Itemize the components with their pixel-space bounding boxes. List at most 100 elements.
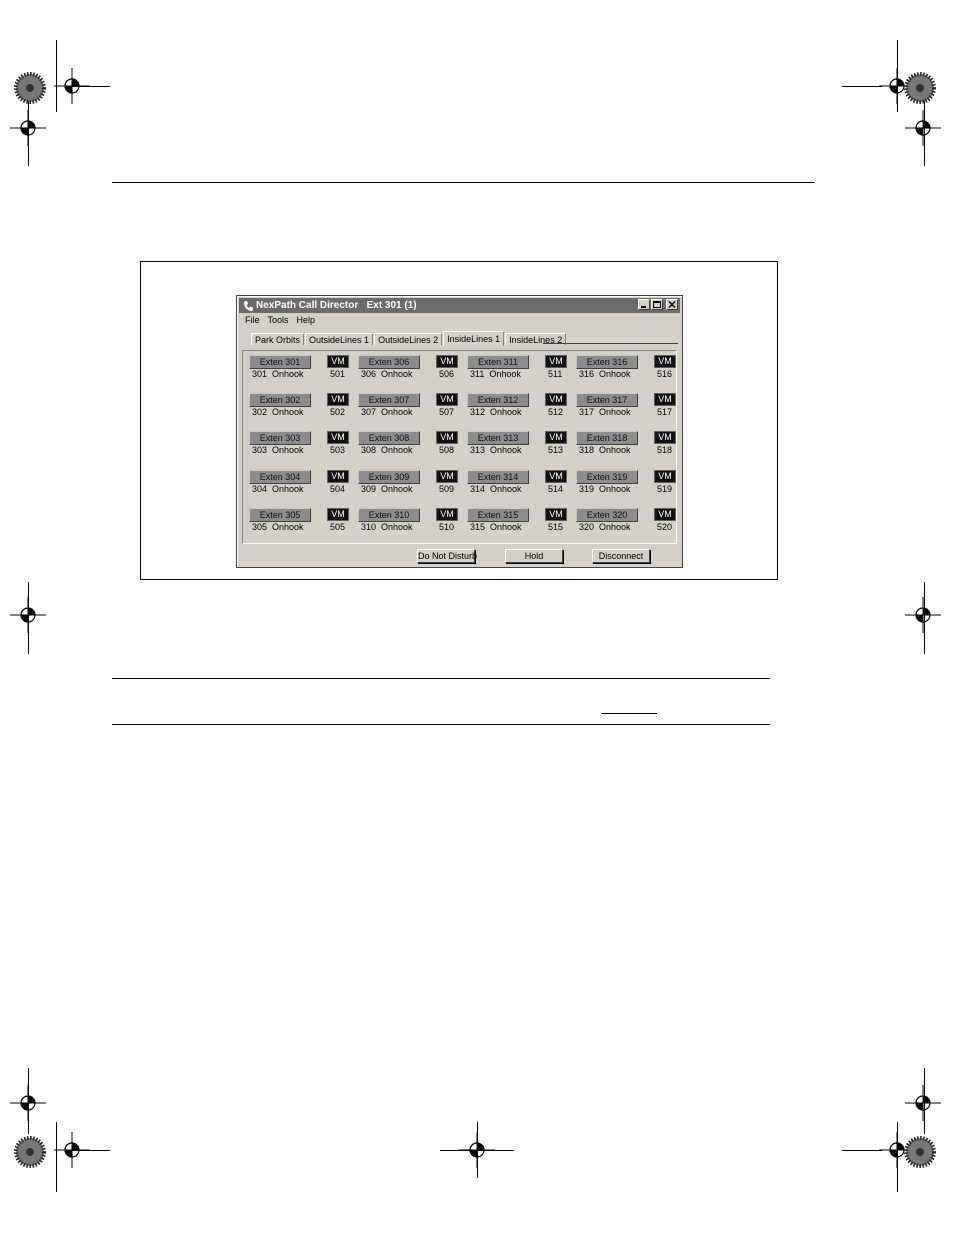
voicemail-button[interactable]: VM xyxy=(654,470,676,483)
extension-status: 320 Onhook xyxy=(579,522,631,532)
extension-status: 311 Onhook xyxy=(470,369,521,379)
voicemail-button[interactable]: VM xyxy=(545,355,567,368)
extension-button[interactable]: Exten 303 xyxy=(249,431,311,445)
voicemail-button[interactable]: VM xyxy=(436,393,458,406)
maximize-button[interactable] xyxy=(651,299,663,310)
extension-status: 303 Onhook xyxy=(252,445,304,455)
voicemail-cell: VM 511 xyxy=(545,355,569,383)
menu-bar: File Tools Help xyxy=(245,315,315,325)
extension-button[interactable]: Exten 311 xyxy=(467,355,529,369)
voicemail-cell: VM 513 xyxy=(545,431,569,459)
extension-cell: Exten 315 315 Onhook xyxy=(467,508,529,536)
voicemail-button[interactable]: VM xyxy=(327,470,349,483)
minimize-button[interactable] xyxy=(638,299,650,310)
voicemail-number: 514 xyxy=(548,484,564,494)
hold-button[interactable]: Hold xyxy=(505,549,563,563)
caption-rule-top xyxy=(112,678,770,679)
window-title: NexPath Call Director Ext 301 (1) xyxy=(256,300,417,311)
crosshair-icon xyxy=(8,108,48,148)
voicemail-button[interactable]: VM xyxy=(545,431,567,444)
voicemail-button[interactable]: VM xyxy=(436,508,458,521)
voicemail-button[interactable]: VM xyxy=(436,470,458,483)
voicemail-button[interactable]: VM xyxy=(654,508,676,521)
voicemail-button[interactable]: VM xyxy=(654,355,676,368)
extension-button[interactable]: Exten 313 xyxy=(467,431,529,445)
voicemail-cell: VM 518 xyxy=(654,431,678,459)
extension-button[interactable]: Exten 317 xyxy=(576,393,638,407)
crosshair-icon xyxy=(8,1083,48,1123)
voicemail-button[interactable]: VM xyxy=(545,470,567,483)
tab-park-orbits[interactable]: Park Orbits xyxy=(251,333,305,345)
voicemail-number: 519 xyxy=(657,484,673,494)
menu-tools[interactable]: Tools xyxy=(268,315,289,325)
extension-cell: Exten 304 304 Onhook xyxy=(249,470,311,498)
voicemail-cell: VM 503 xyxy=(327,431,351,459)
extension-cell: Exten 307 307 Onhook xyxy=(358,393,420,421)
voicemail-number: 505 xyxy=(330,522,346,532)
voicemail-button[interactable]: VM xyxy=(436,355,458,368)
voicemail-button[interactable]: VM xyxy=(327,355,349,368)
extension-button[interactable]: Exten 310 xyxy=(358,508,420,522)
extension-cell: Exten 301 301 Onhook xyxy=(249,355,311,383)
extension-button[interactable]: Exten 320 xyxy=(576,508,638,522)
voicemail-number: 518 xyxy=(657,445,673,455)
extension-status: 316 Onhook xyxy=(579,369,631,379)
extension-button[interactable]: Exten 306 xyxy=(358,355,420,369)
voicemail-button[interactable]: VM xyxy=(327,508,349,521)
voicemail-cell: VM 506 xyxy=(436,355,460,383)
extension-button[interactable]: Exten 309 xyxy=(358,470,420,484)
crosshair-icon xyxy=(52,1130,92,1170)
header-rule xyxy=(112,182,815,183)
voicemail-number: 520 xyxy=(657,522,673,532)
extension-cell: Exten 310 310 Onhook xyxy=(358,508,420,536)
tab-inside-lines-1[interactable]: InsideLines 1 xyxy=(443,331,505,346)
voicemail-button[interactable]: VM xyxy=(654,431,676,444)
extension-button[interactable]: Exten 302 xyxy=(249,393,311,407)
extension-button[interactable]: Exten 319 xyxy=(576,470,638,484)
extension-cell: Exten 302 302 Onhook xyxy=(249,393,311,421)
tab-outside-lines-1[interactable]: OutsideLines 1 xyxy=(305,333,374,345)
voicemail-cell: VM 520 xyxy=(654,508,678,536)
tab-outside-lines-2[interactable]: OutsideLines 2 xyxy=(374,333,443,345)
voicemail-number: 515 xyxy=(548,522,564,532)
extensions-panel: Exten 301 301 Onhook VM 501 Exten 302 302 Onh… xyxy=(242,350,677,544)
extension-status: 301 Onhook xyxy=(252,369,304,379)
extension-cell: Exten 309 309 Onhook xyxy=(358,470,420,498)
voicemail-button[interactable]: VM xyxy=(327,393,349,406)
tab-strip: Park Orbits OutsideLines 1 OutsideLines … xyxy=(251,331,567,346)
voicemail-button[interactable]: VM xyxy=(545,393,567,406)
voicemail-button[interactable]: VM xyxy=(327,431,349,444)
app-window: NexPath Call Director Ext 301 (1) File T… xyxy=(236,295,683,568)
voicemail-number: 509 xyxy=(439,484,455,494)
extension-button[interactable]: Exten 318 xyxy=(576,431,638,445)
title-bar[interactable]: NexPath Call Director Ext 301 (1) xyxy=(239,298,680,313)
extension-button[interactable]: Exten 316 xyxy=(576,355,638,369)
extension-button[interactable]: Exten 307 xyxy=(358,393,420,407)
voicemail-cell: VM 504 xyxy=(327,470,351,498)
voicemail-number: 508 xyxy=(439,445,455,455)
extension-cell: Exten 316 316 Onhook xyxy=(576,355,638,383)
extension-status: 309 Onhook xyxy=(361,484,413,494)
menu-file[interactable]: File xyxy=(245,315,260,325)
voicemail-cell: VM 517 xyxy=(654,393,678,421)
minimize-icon xyxy=(641,306,646,308)
extension-cell: Exten 314 314 Onhook xyxy=(467,470,529,498)
extension-button[interactable]: Exten 312 xyxy=(467,393,529,407)
disconnect-button[interactable]: Disconnect xyxy=(592,549,650,563)
extension-button[interactable]: Exten 308 xyxy=(358,431,420,445)
extension-button[interactable]: Exten 314 xyxy=(467,470,529,484)
voicemail-button[interactable]: VM xyxy=(545,508,567,521)
extension-button[interactable]: Exten 301 xyxy=(249,355,311,369)
voicemail-number: 512 xyxy=(548,407,564,417)
extension-status: 308 Onhook xyxy=(361,445,413,455)
extension-button[interactable]: Exten 305 xyxy=(249,508,311,522)
voicemail-button[interactable]: VM xyxy=(436,431,458,444)
extension-cell: Exten 317 317 Onhook xyxy=(576,393,638,421)
voicemail-button[interactable]: VM xyxy=(654,393,676,406)
extension-button[interactable]: Exten 304 xyxy=(249,470,311,484)
extension-button[interactable]: Exten 315 xyxy=(467,508,529,522)
do-not-disturb-button[interactable]: Do Not Disturb xyxy=(417,549,477,563)
close-button[interactable] xyxy=(666,299,678,310)
extension-status: 319 Onhook xyxy=(579,484,631,494)
menu-help[interactable]: Help xyxy=(297,315,316,325)
